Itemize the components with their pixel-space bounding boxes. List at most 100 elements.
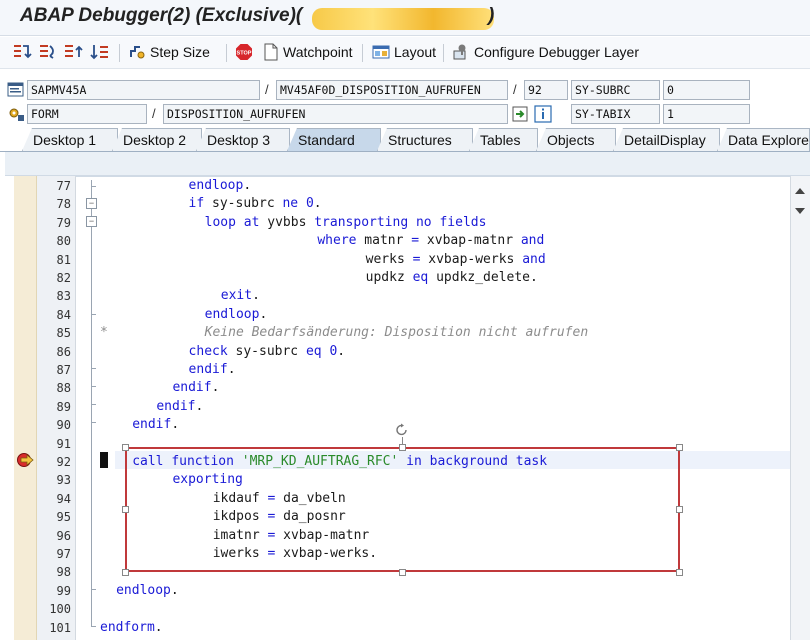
line-number: 79: [56, 216, 71, 230]
resize-handle-bottom-left[interactable]: [122, 569, 129, 576]
line-number: 81: [56, 253, 71, 267]
code-line[interactable]: endif.: [189, 361, 236, 379]
line-number: 78: [56, 197, 71, 211]
watchpoint-button[interactable]: STOP Watchpoint: [235, 41, 353, 63]
fold-guide: [91, 180, 92, 580]
info-icon[interactable]: [534, 105, 552, 123]
code-line[interactable]: endif.: [172, 379, 219, 397]
variable-value-field-1[interactable]: 0: [663, 80, 750, 100]
fold-tick: [91, 404, 96, 405]
line-number: 86: [56, 345, 71, 359]
program-icon: [7, 82, 24, 97]
tab-desktop-2[interactable]: Desktop 2: [112, 128, 202, 151]
code-line[interactable]: endloop.: [189, 177, 252, 195]
scroll-up-icon[interactable]: [795, 188, 805, 194]
line-number: 83: [56, 289, 71, 303]
rotate-handle-icon[interactable]: [395, 423, 409, 437]
tab-standard[interactable]: Standard: [287, 128, 381, 151]
resize-handle-bottom[interactable]: [399, 569, 406, 576]
code-line[interactable]: endif.: [156, 398, 203, 416]
variable-name-field-1[interactable]: SY-SUBRC: [571, 80, 660, 100]
line-number: 89: [56, 400, 71, 414]
fold-collapse-icon[interactable]: −: [86, 216, 97, 227]
line-number: 87: [56, 363, 71, 377]
breakpoint-arrow-icon[interactable]: [17, 452, 36, 468]
code-line[interactable]: if sy-subrc ne 0.: [189, 195, 322, 213]
tab-structures[interactable]: Structures: [377, 128, 473, 151]
resize-handle-top[interactable]: [399, 444, 406, 451]
step-over-icon[interactable]: [38, 42, 58, 62]
continue-icon[interactable]: [90, 42, 110, 62]
line-number: 84: [56, 308, 71, 322]
comment-marker: *: [100, 325, 108, 340]
toolbar-separator: [226, 44, 227, 62]
scroll-down-icon[interactable]: [795, 208, 805, 214]
include-field[interactable]: MV45AF0D_DISPOSITION_AUFRUFEN: [276, 80, 508, 100]
code-line[interactable]: werks = xvbap-werks and: [366, 251, 546, 269]
tab-desktop-1[interactable]: Desktop 1: [22, 128, 118, 151]
code-line[interactable]: endloop.: [116, 582, 179, 600]
line-number: 94: [56, 492, 71, 506]
event-name-field[interactable]: DISPOSITION_AUFRUFEN: [163, 104, 508, 124]
variable-name-field-2[interactable]: SY-TABIX: [571, 104, 660, 124]
code-line[interactable]: check sy-subrc eq 0.: [189, 343, 346, 361]
navigate-icon[interactable]: [512, 105, 530, 123]
program-field[interactable]: SAPMV45A: [27, 80, 260, 100]
line-number: 90: [56, 418, 71, 432]
rotate-handle-stem: [402, 437, 403, 445]
line-number-column: 77 78 79 80 81 82 83 84 85 86 87 88 89 90 91 92 93 94 95 96…: [37, 176, 76, 640]
step-size-button[interactable]: Step Size: [128, 41, 210, 63]
fold-tick: [91, 314, 96, 315]
tab-label: Tables: [480, 132, 521, 148]
selection-box[interactable]: [125, 447, 680, 572]
resize-handle-right[interactable]: [676, 506, 683, 513]
watchpoint-icon: [264, 43, 278, 61]
tab-desktop-3[interactable]: Desktop 3: [196, 128, 290, 151]
window-title: ABAP Debugger(2) (Exclusive)(: [20, 5, 303, 26]
step-size-icon: [130, 46, 145, 59]
tab-detaildisplay[interactable]: DetailDisplay: [613, 128, 720, 151]
fold-collapse-icon[interactable]: −: [86, 198, 97, 209]
line-number: 95: [56, 510, 71, 524]
tab-objects[interactable]: Objects: [536, 128, 616, 151]
code-line[interactable]: where matnr = xvbap-matnr and: [317, 232, 544, 250]
line-number: 77: [56, 179, 71, 193]
code-line[interactable]: endloop.: [205, 306, 268, 324]
code-line[interactable]: Keine Bedarfsänderung: Disposition nicht…: [205, 324, 589, 342]
tab-data-explorer[interactable]: Data Explore: [717, 128, 810, 151]
step-into-icon[interactable]: [12, 42, 32, 62]
vertical-scrollbar[interactable]: [790, 176, 810, 640]
toolbar: Step Size STOP Watchpoint Layout Configu…: [0, 37, 810, 69]
line-number-field[interactable]: 92: [524, 80, 568, 100]
code-line[interactable]: endform.: [100, 619, 163, 637]
step-return-icon[interactable]: [63, 42, 83, 62]
resize-handle-bottom-right[interactable]: [676, 569, 683, 576]
breakpoint-gutter[interactable]: [14, 176, 37, 640]
configure-layer-button[interactable]: Configure Debugger Layer: [452, 41, 639, 63]
resize-handle-top-left[interactable]: [122, 444, 129, 451]
event-info-row: FORM / DISPOSITION_AUFRUFEN SY-TABIX 1: [0, 104, 810, 126]
toolbar-separator: [443, 44, 444, 62]
variable-value-field-2[interactable]: 1: [663, 104, 750, 124]
toolbar-separator: [362, 44, 363, 62]
line-number: 100: [49, 602, 71, 616]
code-line[interactable]: updkz eq updkz_delete.: [366, 269, 538, 287]
line-number: 91: [56, 437, 71, 451]
line-number: 82: [56, 271, 71, 285]
line-number: 99: [56, 584, 71, 598]
line-number: 97: [56, 547, 71, 561]
resize-handle-top-right[interactable]: [676, 444, 683, 451]
code-line[interactable]: loop at yvbbs transporting no fields: [205, 214, 487, 232]
tab-label: Data Explore: [728, 132, 809, 148]
event-type-field[interactable]: FORM: [27, 104, 147, 124]
fold-tick: [91, 368, 96, 369]
resize-handle-left[interactable]: [122, 506, 129, 513]
layout-button[interactable]: Layout: [372, 41, 436, 63]
stop-icon: STOP: [236, 44, 252, 60]
code-line[interactable]: exit.: [221, 287, 260, 305]
redacted-title-part: [312, 8, 494, 30]
code-line[interactable]: endif.: [132, 416, 179, 434]
fold-tick: [91, 186, 96, 187]
tab-tables[interactable]: Tables: [469, 128, 538, 151]
text-cursor: [100, 452, 108, 468]
